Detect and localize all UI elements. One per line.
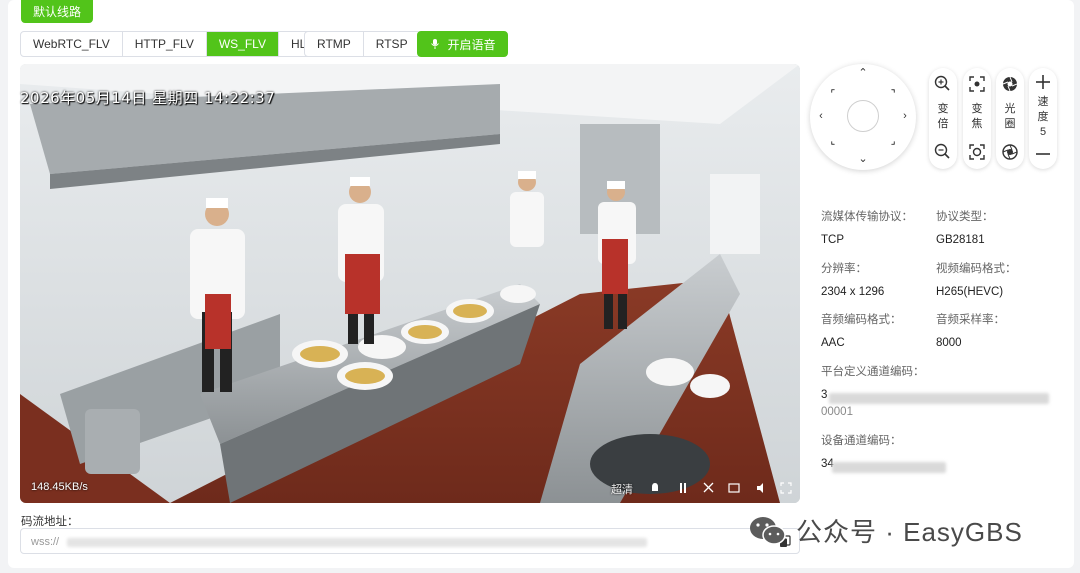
pause-icon[interactable] bbox=[678, 482, 688, 494]
watermark: 公众号 · EasyGBS bbox=[748, 512, 1023, 549]
tab-http-flv[interactable]: HTTP_FLV bbox=[123, 32, 207, 56]
ptz-down-icon[interactable]: ⌃ bbox=[856, 150, 870, 164]
zoom-out-icon[interactable] bbox=[933, 142, 953, 162]
mute-icon[interactable] bbox=[755, 482, 767, 494]
audio-codec-value: AAC bbox=[821, 337, 845, 349]
speed-label: 速度 bbox=[1037, 96, 1049, 123]
zoom-label: 变倍 bbox=[937, 103, 949, 130]
ptz-up-right-icon[interactable]: ⌃ bbox=[881, 83, 901, 103]
stream-protocol-label: 流媒体传输协议： bbox=[821, 211, 913, 223]
close-icon[interactable] bbox=[703, 482, 714, 493]
speed-up-icon[interactable] bbox=[1033, 72, 1053, 92]
tab-rtsp[interactable]: RTSP bbox=[364, 32, 420, 56]
record-icon[interactable] bbox=[649, 482, 661, 494]
iris-control: 光圈 bbox=[996, 68, 1024, 169]
video-codec-value: H265(HEVC) bbox=[936, 286, 1004, 298]
video-osd-timestamp: 2026年05月14日 星期四 14:22:37 bbox=[20, 89, 276, 107]
screenshot-icon[interactable] bbox=[728, 482, 740, 494]
resolution-value: 2304 x 1296 bbox=[821, 286, 885, 298]
stream-address-label: 码流地址： bbox=[21, 516, 79, 528]
audio-sample-label: 音频采样率： bbox=[936, 314, 1005, 326]
focus-control: 变焦 bbox=[963, 68, 991, 169]
focus-far-icon[interactable] bbox=[967, 142, 987, 162]
ptz-right-icon[interactable]: › bbox=[898, 109, 912, 123]
protocol-type-value: GB28181 bbox=[936, 234, 985, 246]
audio-sample-value: 8000 bbox=[936, 337, 962, 349]
voice-button-label: 开启语音 bbox=[447, 37, 496, 52]
zoom-control: 变倍 bbox=[929, 68, 957, 169]
iris-label: 光圈 bbox=[1004, 103, 1016, 130]
resolution-label: 分辨率： bbox=[821, 263, 867, 275]
stream-address-field[interactable]: wss:// bbox=[20, 528, 800, 554]
ptz-left-icon[interactable]: ‹ bbox=[814, 109, 828, 123]
focus-label: 变焦 bbox=[971, 103, 983, 130]
ptz-up-left-icon[interactable]: ⌃ bbox=[825, 83, 845, 103]
fullscreen-icon[interactable] bbox=[780, 482, 792, 494]
ptz-down-left-icon[interactable]: ⌃ bbox=[825, 131, 845, 151]
device-channel-label: 设备通道编码： bbox=[821, 435, 902, 447]
tab-webrtc-flv[interactable]: WebRTC_FLV bbox=[21, 32, 123, 56]
default-route-button[interactable]: 默认线路 bbox=[21, 0, 93, 23]
video-codec-label: 视频编码格式： bbox=[936, 263, 1017, 275]
voice-button[interactable]: 开启语音 bbox=[417, 31, 508, 57]
protocol-type-label: 协议类型： bbox=[936, 211, 994, 223]
platform-channel-label: 平台定义通道编码： bbox=[821, 366, 925, 378]
iris-open-icon[interactable] bbox=[1000, 74, 1020, 94]
ptz-up-icon[interactable]: ⌃ bbox=[856, 66, 870, 80]
audio-codec-label: 音频编码格式： bbox=[821, 314, 902, 326]
wechat-icon bbox=[750, 516, 786, 545]
watermark-text: 公众号 · EasyGBS bbox=[796, 517, 1023, 547]
ptz-direction-pad: ⌃ ⌃ ⌃ ‹ › ⌃ ⌃ ⌃ bbox=[810, 64, 916, 170]
focus-near-icon[interactable] bbox=[967, 74, 987, 94]
protocol-tabs: WebRTC_FLV HTTP_FLV WS_FLV HLS bbox=[20, 31, 328, 57]
speed-down-icon[interactable] bbox=[1033, 144, 1053, 164]
speed-control: 速度 5 bbox=[1029, 68, 1057, 169]
stream-protocol-value: TCP bbox=[821, 234, 844, 246]
ptz-center-button[interactable] bbox=[847, 100, 879, 132]
tab-rtmp[interactable]: RTMP bbox=[305, 32, 364, 56]
iris-close-icon[interactable] bbox=[1000, 142, 1020, 162]
ptz-down-right-icon[interactable]: ⌃ bbox=[881, 131, 901, 151]
zoom-in-icon[interactable] bbox=[933, 74, 953, 94]
resolution-toggle[interactable]: 超清 bbox=[611, 481, 633, 497]
microphone-icon bbox=[431, 39, 440, 49]
platform-channel-value-a: 3 bbox=[821, 389, 828, 401]
device-channel-redaction bbox=[832, 462, 946, 473]
extra-protocol-tabs: RTMP RTSP bbox=[304, 31, 421, 57]
platform-channel-redaction bbox=[829, 393, 1049, 404]
stream-address-redaction bbox=[67, 538, 647, 547]
video-player[interactable] bbox=[20, 64, 800, 503]
video-bitrate: 148.45KB/s bbox=[31, 481, 88, 493]
platform-channel-value-b: 00001 bbox=[821, 406, 853, 418]
stream-address-prefix: wss:// bbox=[31, 536, 60, 548]
tab-ws-flv[interactable]: WS_FLV bbox=[206, 32, 279, 56]
speed-value: 5 bbox=[1039, 126, 1047, 138]
kitchen-scene-image bbox=[20, 64, 800, 503]
